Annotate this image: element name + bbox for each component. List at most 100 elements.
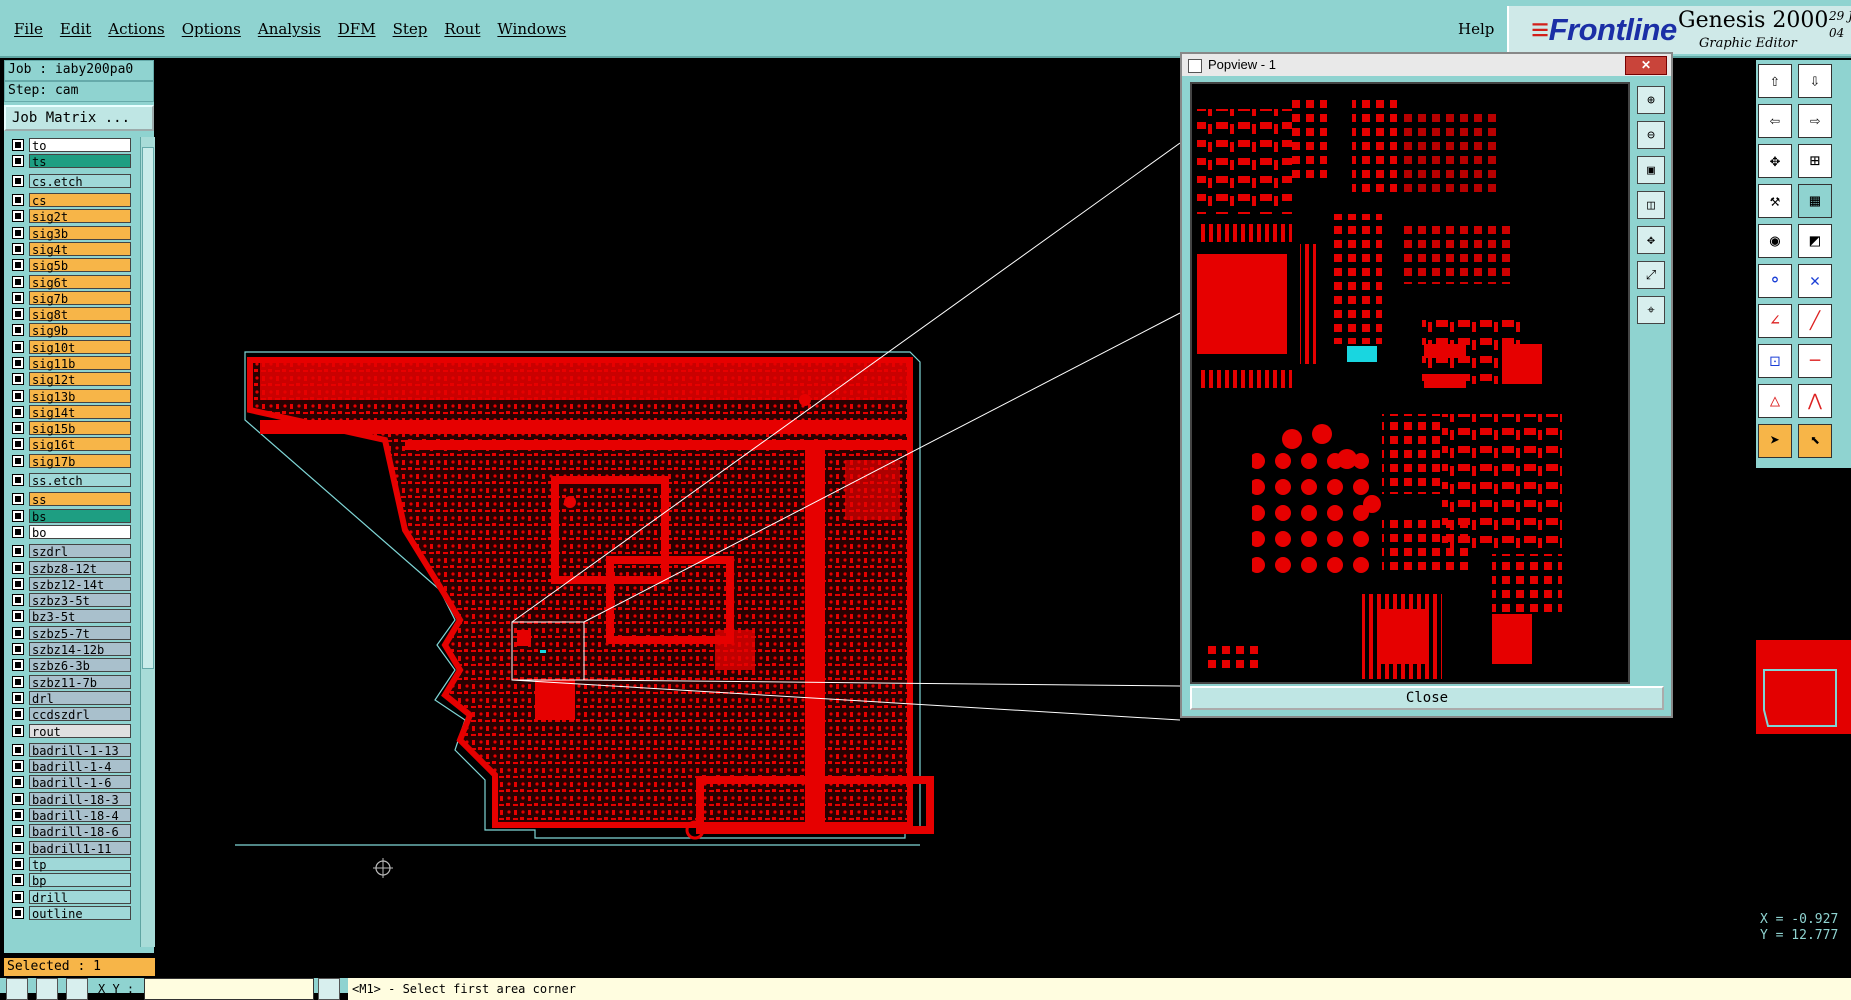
layer-name[interactable]: sig17b xyxy=(29,453,131,469)
menu-rout[interactable]: Rout xyxy=(444,20,480,38)
layer-name[interactable]: badrill1-11 xyxy=(29,840,131,856)
layer-checkbox[interactable] xyxy=(12,561,24,574)
layer-checkbox[interactable] xyxy=(12,841,24,854)
layer-checkbox[interactable] xyxy=(12,724,24,737)
layer-checkbox[interactable] xyxy=(12,493,24,506)
layer-checkbox[interactable] xyxy=(12,139,24,152)
layer-row[interactable]: ts xyxy=(8,153,132,169)
grid-icon[interactable] xyxy=(66,978,88,1000)
layer-row[interactable]: sig17b xyxy=(8,453,132,469)
layer-row[interactable]: cs xyxy=(8,192,132,208)
layer-checkbox[interactable] xyxy=(12,291,24,304)
layer-row[interactable]: sig4t xyxy=(8,241,132,257)
menu-actions[interactable]: Actions xyxy=(108,20,164,38)
layer-checkbox[interactable] xyxy=(12,545,24,558)
layer-name[interactable]: sig13b xyxy=(29,388,131,404)
layer-name[interactable]: sig3b xyxy=(29,225,131,241)
layer-row[interactable]: szbz5-7t xyxy=(8,625,132,641)
popview-canvas[interactable] xyxy=(1190,82,1630,684)
layer-name[interactable]: szbz11-7b xyxy=(29,674,131,690)
layer-row[interactable]: badrill1-11 xyxy=(8,839,132,856)
layer-row[interactable]: sig15b xyxy=(8,420,132,436)
layer-checkbox[interactable] xyxy=(12,174,24,187)
layer-checkbox[interactable] xyxy=(12,155,24,168)
pan-right-icon[interactable]: ⇨ xyxy=(1798,104,1832,138)
popview-zoom-area-icon[interactable]: ◫ xyxy=(1637,191,1665,219)
layer-checkbox[interactable] xyxy=(12,194,24,207)
layer-name[interactable]: ss xyxy=(29,492,131,507)
layer-name[interactable]: szdrl xyxy=(29,544,131,559)
layer-row[interactable]: ss xyxy=(8,491,132,507)
layer-scrollbar[interactable] xyxy=(140,137,155,947)
layer-row[interactable]: szbz11-7b xyxy=(8,674,132,690)
layer-checkbox[interactable] xyxy=(12,438,24,451)
mini-overview[interactable] xyxy=(1756,640,1851,734)
popview-close-x-button[interactable]: ✕ xyxy=(1625,56,1667,75)
layer-row[interactable]: sig3b xyxy=(8,224,132,241)
layer-row[interactable]: to xyxy=(8,137,132,153)
layer-checkbox[interactable] xyxy=(12,691,24,704)
layer-row[interactable]: szbz6-3b xyxy=(8,657,132,673)
layer-name[interactable]: sig2t xyxy=(29,209,131,224)
layer-checkbox[interactable] xyxy=(12,373,24,386)
layer-name[interactable]: sig15b xyxy=(29,421,131,436)
layer-checkbox[interactable] xyxy=(12,357,24,369)
popview-close-button[interactable]: Close xyxy=(1190,686,1664,710)
layer-row[interactable]: drl xyxy=(8,690,132,706)
diagonal-line-icon[interactable]: ╱ xyxy=(1798,304,1832,338)
layer-checkbox[interactable] xyxy=(12,242,24,255)
snap-icon[interactable] xyxy=(6,978,28,1000)
layer-checkbox[interactable] xyxy=(12,906,24,919)
angle-line-icon[interactable]: ∠ xyxy=(1758,304,1792,338)
layer-row[interactable]: szdrl xyxy=(8,543,132,559)
layer-name[interactable]: tp xyxy=(29,856,131,872)
snap-point-icon[interactable]: ⚀ xyxy=(1758,344,1792,378)
layer-name[interactable]: ts xyxy=(29,154,131,169)
layer-row[interactable]: sig13b xyxy=(8,387,132,404)
layer-checkbox[interactable] xyxy=(12,509,24,522)
layer-row[interactable]: badrill-1-4 xyxy=(8,758,132,774)
layer-checkbox[interactable] xyxy=(12,857,24,870)
layer-checkbox[interactable] xyxy=(12,809,24,822)
popview-pan-icon[interactable]: ✥ xyxy=(1637,226,1665,254)
popview-fit-icon[interactable]: ⤢ xyxy=(1637,261,1665,289)
zoom-home-icon[interactable]: ⊞ xyxy=(1798,144,1832,178)
layer-checkbox[interactable] xyxy=(12,577,24,590)
zoom-fit-icon[interactable]: ✥ xyxy=(1758,144,1792,178)
layer-checkbox[interactable] xyxy=(12,405,24,418)
popview-zoom-out-icon[interactable]: ⊖ xyxy=(1637,121,1665,149)
layer-checkbox[interactable] xyxy=(12,659,24,672)
layer-name[interactable]: sig12t xyxy=(29,372,131,387)
layer-name[interactable]: rout xyxy=(29,723,131,739)
layer-checkbox[interactable] xyxy=(12,259,24,272)
layer-checkbox[interactable] xyxy=(12,422,24,435)
layer-name[interactable]: to xyxy=(29,138,131,153)
layer-row[interactable]: sig8t xyxy=(8,306,132,322)
layer-name[interactable]: ccdszdrl xyxy=(29,707,131,722)
layer-name[interactable]: sig6t xyxy=(29,274,131,290)
pan-left-icon[interactable]: ⇦ xyxy=(1758,104,1792,138)
layer-name[interactable]: sig10t xyxy=(29,339,131,355)
layer-row[interactable]: bp xyxy=(8,872,132,888)
layer-name[interactable]: badrill-18-6 xyxy=(29,824,131,839)
job-matrix-button[interactable]: Job Matrix ... xyxy=(4,105,154,131)
layer-name[interactable]: bs xyxy=(29,508,131,524)
layer-name[interactable]: szbz14-12b xyxy=(29,642,131,657)
menu-dfm[interactable]: DFM xyxy=(338,20,376,38)
popview-center-icon[interactable]: ⌖ xyxy=(1637,296,1665,324)
layer-row[interactable]: badrill-18-3 xyxy=(8,791,132,807)
layer-row[interactable]: sig2t xyxy=(8,208,132,224)
layer-name[interactable]: bo xyxy=(29,524,131,540)
layer-checkbox[interactable] xyxy=(12,743,24,756)
menu-options[interactable]: Options xyxy=(182,20,241,38)
layer-name[interactable]: drill xyxy=(29,889,131,905)
layer-name[interactable]: badrill-1-13 xyxy=(29,742,131,758)
zoom-out-icon[interactable]: ⇩ xyxy=(1798,64,1832,98)
triangle-icon[interactable]: △ xyxy=(1758,384,1792,418)
menu-step[interactable]: Step xyxy=(393,20,428,38)
layer-name[interactable]: bp xyxy=(29,873,131,888)
layer-row[interactable]: bo xyxy=(8,524,132,540)
layer-row[interactable]: cs.etch xyxy=(8,173,132,189)
menu-edit[interactable]: Edit xyxy=(60,20,91,38)
layer-row[interactable]: sig11b xyxy=(8,355,132,371)
